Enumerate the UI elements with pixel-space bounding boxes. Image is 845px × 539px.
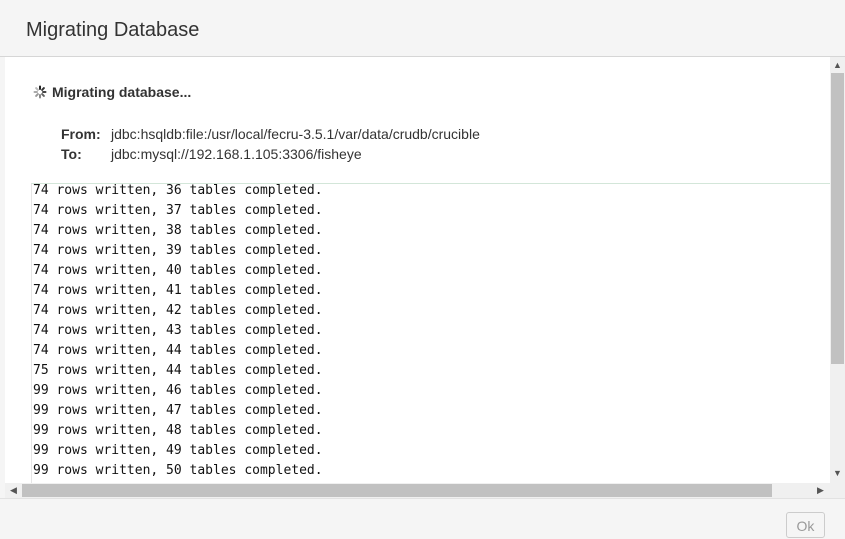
spinner-icon [33, 85, 47, 99]
scroll-left-icon[interactable]: ◀ [6, 483, 21, 498]
log-line: 99 rows written, 47 tables completed. [33, 403, 323, 418]
scroll-down-icon[interactable]: ▼ [830, 466, 845, 480]
dialog-body: Migrating database... From: jdbc:hsqldb:… [5, 57, 845, 498]
log-line: 74 rows written, 40 tables completed. [33, 263, 323, 278]
log-line: 74 rows written, 43 tables completed. [33, 323, 323, 338]
log-line: 99 rows written, 46 tables completed. [33, 383, 323, 398]
status-text: Migrating database... [52, 84, 192, 100]
from-row: From: jdbc:hsqldb:file:/usr/local/fecru-… [61, 124, 480, 144]
log-line: 99 rows written, 50 tables completed. [33, 463, 323, 478]
log-line: 99 rows written, 49 tables completed. [33, 443, 323, 458]
log-line: 74 rows written, 42 tables completed. [33, 303, 323, 318]
scroll-right-icon[interactable]: ▶ [813, 483, 828, 498]
vertical-scrollbar[interactable]: ▲ ▼ [830, 57, 845, 483]
log-line: 74 rows written, 44 tables completed. [33, 343, 323, 358]
vertical-scroll-thumb[interactable] [831, 73, 844, 364]
migration-info: From: jdbc:hsqldb:file:/usr/local/fecru-… [61, 124, 480, 164]
horizontal-scrollbar[interactable]: ◀ ▶ [5, 483, 830, 498]
ok-button[interactable]: Ok [786, 512, 825, 538]
scroll-up-icon[interactable]: ▲ [830, 58, 845, 72]
migration-dialog: Migrating Database Migrating database...… [0, 0, 845, 538]
log-line: 74 rows written, 37 tables completed. [33, 203, 323, 218]
log-lines: 74 rows written, 36 tables completed. 74… [32, 183, 323, 481]
log-line: 74 rows written, 36 tables completed. [33, 183, 323, 198]
from-label: From: [61, 126, 101, 142]
scroll-corner [830, 483, 845, 498]
log-line: 99 rows written, 48 tables completed. [33, 423, 323, 438]
horizontal-scroll-thumb[interactable] [22, 484, 772, 497]
log-line: 75 rows written, 44 tables completed. [33, 363, 323, 378]
to-row: To: jdbc:mysql://192.168.1.105:3306/fish… [61, 144, 480, 164]
log-line: 74 rows written, 39 tables completed. [33, 243, 323, 258]
from-value: jdbc:hsqldb:file:/usr/local/fecru-3.5.1/… [111, 126, 480, 142]
dialog-footer: Ok [0, 498, 845, 538]
log-line: 74 rows written, 41 tables completed. [33, 283, 323, 298]
log-line: 74 rows written, 38 tables completed. [33, 223, 323, 238]
dialog-header: Migrating Database [0, 0, 845, 57]
to-label: To: [61, 146, 82, 162]
migration-status: Migrating database... [33, 83, 191, 101]
dialog-title: Migrating Database [26, 19, 200, 41]
migration-log[interactable]: 74 rows written, 36 tables completed. 74… [31, 183, 831, 484]
to-value: jdbc:mysql://192.168.1.105:3306/fisheye [111, 146, 362, 162]
